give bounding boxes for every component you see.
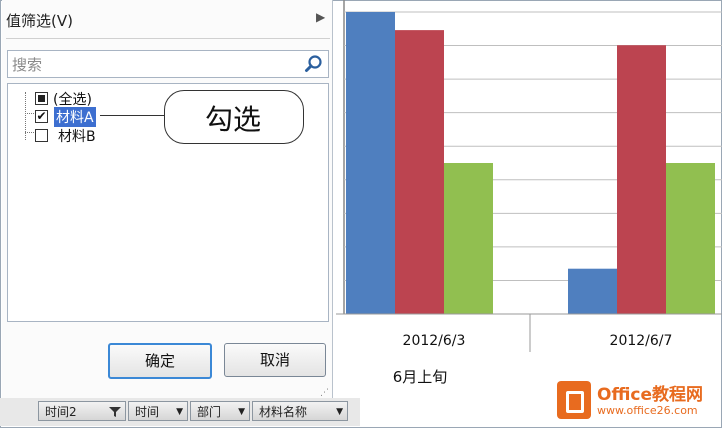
field-button-time2[interactable]: 时间2	[38, 401, 126, 421]
field-button-department[interactable]: 部门 ▼	[190, 401, 250, 421]
select-all-checkbox[interactable]	[35, 92, 48, 105]
field-button-time[interactable]: 时间 ▼	[128, 401, 188, 421]
field-label: 时间	[135, 405, 160, 419]
callout-bubble: 勾选	[164, 90, 304, 144]
material-a-label: 材料A	[54, 107, 96, 127]
bar	[666, 163, 715, 314]
x-tick-label: 2012/6/7	[610, 333, 673, 349]
material-a-checkbox[interactable]: ✔	[35, 110, 48, 123]
search-icon[interactable]	[304, 54, 324, 74]
filter-funnel-icon	[109, 407, 121, 417]
tree-connector-line	[25, 113, 34, 114]
bar	[395, 30, 444, 315]
cancel-button[interactable]: 取消	[224, 343, 326, 377]
select-all-label: (全选)	[53, 92, 92, 108]
value-filter-menu-item[interactable]: 值筛选(V) ▶	[2, 8, 332, 32]
search-input[interactable]: 搜索	[7, 50, 329, 78]
resize-grip-icon[interactable]: ⋰	[320, 388, 329, 398]
tree-connector-line	[25, 132, 34, 133]
submenu-arrow-icon: ▶	[316, 10, 326, 24]
dropdown-arrow-icon: ▼	[336, 407, 343, 417]
field-label: 部门	[197, 405, 222, 419]
field-button-material-name[interactable]: 材料名称 ▼	[252, 401, 348, 421]
dropdown-arrow-icon: ▼	[176, 407, 183, 417]
field-label: 时间2	[45, 405, 77, 419]
material-b-checkbox[interactable]	[35, 129, 48, 142]
callout-text: 勾选	[205, 103, 262, 136]
menu-separator	[6, 38, 330, 39]
dropdown-arrow-icon: ▼	[238, 407, 245, 417]
group-label: 6月上旬	[393, 368, 448, 386]
value-filter-label: 值筛选(V)	[6, 12, 73, 30]
watermark-url: www.office26.com	[597, 404, 698, 417]
bar	[346, 12, 395, 314]
column-chart: 2012/6/3 2012/6/7 6月上旬	[336, 0, 722, 386]
filter-dropdown-panel: 值筛选(V) ▶ 搜索 (全选) ✔ 材料A 材料B 确定 取消 ⋰	[2, 0, 333, 398]
material-b-label: 材料B	[58, 129, 96, 145]
ok-button[interactable]: 确定	[108, 343, 212, 379]
watermark-title: Office教程网	[597, 385, 704, 405]
x-tick-label: 2012/6/3	[403, 333, 466, 349]
pivot-field-button-bar: 时间2 时间 ▼ 部门 ▼ 材料名称 ▼	[0, 398, 360, 426]
callout-pointer-line	[100, 115, 166, 116]
office-logo-icon	[557, 381, 591, 419]
search-placeholder: 搜索	[12, 56, 43, 74]
bar	[568, 268, 617, 314]
bar	[444, 163, 493, 314]
field-label: 材料名称	[259, 405, 308, 419]
bar	[617, 45, 666, 314]
